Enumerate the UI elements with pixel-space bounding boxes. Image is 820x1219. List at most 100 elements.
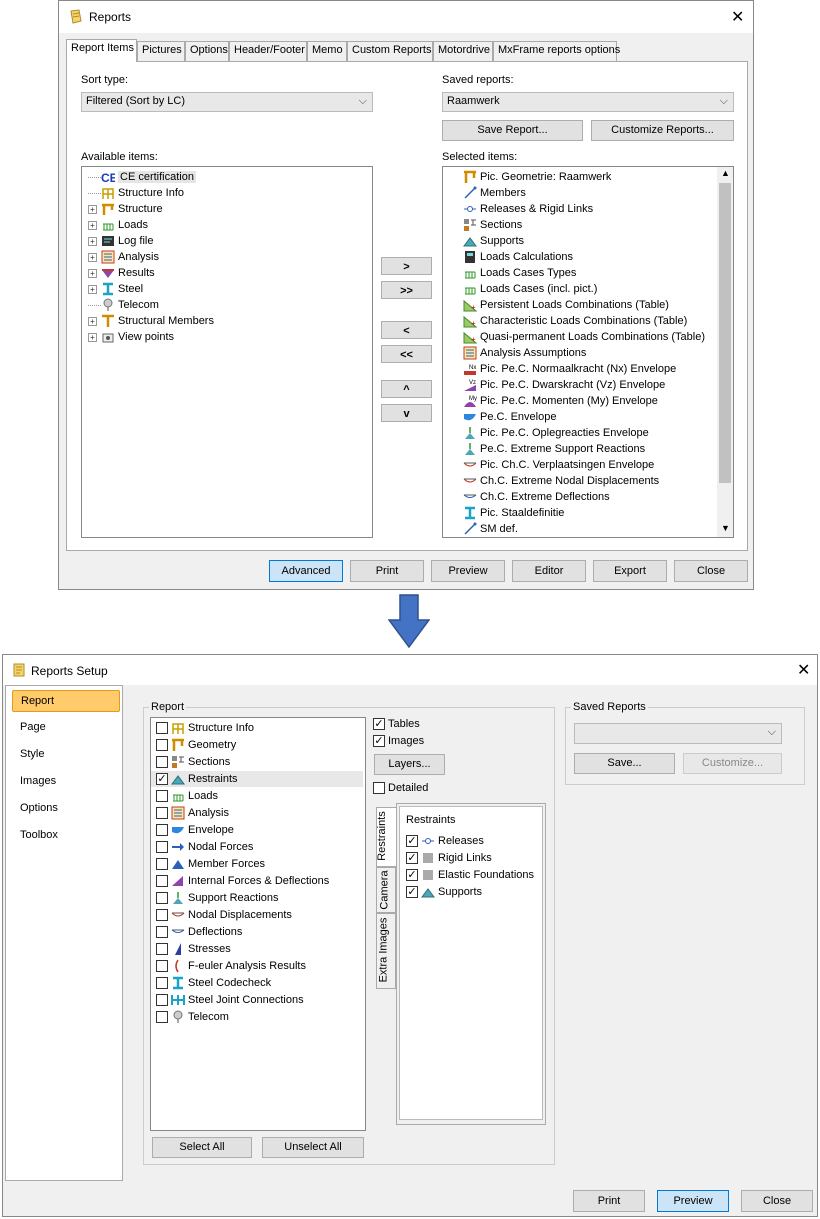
checkbox-icon[interactable]: ✓ xyxy=(373,735,385,748)
add-all-button[interactable]: >> xyxy=(381,281,432,299)
list-item[interactable]: + Quasi-permanent Loads Combinations (Tab… xyxy=(463,329,705,345)
close-button[interactable]: Close xyxy=(674,560,748,582)
tab-custom-reports[interactable]: Custom Reports xyxy=(347,41,433,61)
checkbox-icon[interactable] xyxy=(156,892,168,905)
save-button[interactable]: Save... xyxy=(574,753,675,774)
remove-button[interactable]: < xyxy=(381,321,432,339)
report-item[interactable]: Telecom xyxy=(151,1009,363,1025)
expand-plus-icon[interactable]: + xyxy=(88,332,97,342)
tree-item[interactable]: CECE certification xyxy=(88,169,196,185)
tab-header-footer[interactable]: Header/Footer xyxy=(229,41,307,61)
editor-button[interactable]: Editor xyxy=(512,560,586,582)
remove-all-button[interactable]: << xyxy=(381,345,432,363)
customize-reports-button[interactable]: Customize Reports... xyxy=(591,120,734,141)
report-item[interactable]: Nodal Displacements xyxy=(151,907,363,923)
report-item[interactable]: Steel Codecheck xyxy=(151,975,363,991)
print-button[interactable]: Print xyxy=(573,1190,645,1212)
list-item[interactable]: Ch.C. Extreme Nodal Displacements xyxy=(463,473,659,489)
print-button[interactable]: Print xyxy=(350,560,424,582)
close-button[interactable]: Close xyxy=(741,1190,813,1212)
tab-options[interactable]: Options xyxy=(185,41,229,61)
tree-item[interactable]: + View points xyxy=(88,329,174,345)
report-item[interactable]: Support Reactions xyxy=(151,890,363,906)
checkbox-icon[interactable]: ✓ xyxy=(406,852,418,865)
list-item[interactable]: Pic. Ch.C. Verplaatsingen Envelope xyxy=(463,457,654,473)
saved-reports-select[interactable]: Raamwerk ⌵ xyxy=(442,92,734,112)
layers-button[interactable]: Layers... xyxy=(374,754,445,775)
checkbox-icon[interactable]: ✓ xyxy=(406,869,418,882)
checkbox-icon[interactable] xyxy=(156,1011,168,1024)
tree-item[interactable]: + Results xyxy=(88,265,155,281)
report-item[interactable]: Envelope xyxy=(151,822,363,838)
expand-plus-icon[interactable]: + xyxy=(88,316,97,326)
tree-item[interactable]: + Structural Members xyxy=(88,313,214,329)
list-item[interactable]: Members xyxy=(463,185,526,201)
list-item[interactable]: Supports xyxy=(463,233,524,249)
saved-reports-select[interactable]: ⌵ xyxy=(574,723,782,744)
report-item[interactable]: Geometry xyxy=(151,737,363,753)
report-item[interactable]: Deflections xyxy=(151,924,363,940)
restraint-item[interactable]: ✓ Supports xyxy=(406,884,482,900)
checkbox-icon[interactable] xyxy=(156,960,168,973)
checkbox-icon[interactable] xyxy=(156,807,168,820)
tab-extra-images[interactable]: Extra Images xyxy=(376,913,396,989)
list-item[interactable]: + Persistent Loads Combinations (Table) xyxy=(463,297,669,313)
report-item[interactable]: ✓ Restraints xyxy=(151,771,363,787)
close-icon[interactable]: ✕ xyxy=(797,660,810,680)
scroll-thumb[interactable] xyxy=(719,183,731,483)
add-button[interactable]: > xyxy=(381,257,432,275)
report-item[interactable]: Stresses xyxy=(151,941,363,957)
expand-plus-icon[interactable]: + xyxy=(88,252,97,262)
list-item[interactable]: Analysis Assumptions xyxy=(463,345,586,361)
tab-report-items[interactable]: Report Items xyxy=(66,39,137,62)
restraint-item[interactable]: ✓ Rigid Links xyxy=(406,850,492,866)
preview-button[interactable]: Preview xyxy=(431,560,505,582)
tree-item[interactable]: + Analysis xyxy=(88,249,159,265)
checkbox-icon[interactable] xyxy=(156,841,168,854)
selected-items-list[interactable]: Pic. Geometrie: Raamwerk Members Releases … xyxy=(442,166,734,538)
list-item[interactable]: Loads Calculations xyxy=(463,249,573,265)
checkbox-icon[interactable] xyxy=(156,909,168,922)
tree-item[interactable]: + Steel xyxy=(88,281,143,297)
move-up-button[interactable]: ^ xyxy=(381,380,432,398)
checkbox-icon[interactable] xyxy=(156,824,168,837)
checkbox-icon[interactable] xyxy=(156,994,168,1007)
list-item[interactable]: Releases & Rigid Links xyxy=(463,201,593,217)
export-button[interactable]: Export xyxy=(593,560,667,582)
tree-item[interactable]: + Loads xyxy=(88,217,148,233)
expand-plus-icon[interactable]: + xyxy=(88,220,97,230)
checkbox-icon[interactable] xyxy=(156,943,168,956)
unselect-all-button[interactable]: Unselect All xyxy=(262,1137,364,1158)
list-item[interactable]: SM def. xyxy=(463,521,518,537)
tab-motordrive[interactable]: Motordrive xyxy=(433,41,493,61)
checkbox-icon[interactable] xyxy=(156,977,168,990)
list-item[interactable]: Pe.C. Extreme Support Reactions xyxy=(463,441,645,457)
tables-checkbox[interactable]: ✓ Tables xyxy=(373,718,420,731)
checkbox-icon[interactable] xyxy=(156,858,168,871)
list-item[interactable]: Pic. Geometrie: Raamwerk xyxy=(463,169,611,185)
scroll-down-icon[interactable]: ▼ xyxy=(721,523,730,533)
close-icon[interactable]: ✕ xyxy=(731,7,744,27)
report-item[interactable]: F-euler Analysis Results xyxy=(151,958,363,974)
detailed-checkbox[interactable]: Detailed xyxy=(373,782,428,795)
expand-plus-icon[interactable]: + xyxy=(88,268,97,278)
checkbox-icon[interactable]: ✓ xyxy=(406,835,418,848)
report-item[interactable]: Analysis xyxy=(151,805,363,821)
checkbox-icon[interactable] xyxy=(156,739,168,752)
tree-item[interactable]: Telecom xyxy=(88,297,159,313)
tree-item[interactable]: Structure Info xyxy=(88,185,184,201)
customize-button[interactable]: Customize... xyxy=(683,753,782,774)
vertical-scrollbar[interactable]: ▲ ▼ xyxy=(717,167,733,537)
list-item[interactable]: + Characteristic Loads Combinations (Tabl… xyxy=(463,313,687,329)
list-item[interactable]: Pic. Staaldefinitie xyxy=(463,505,564,521)
nav-item-images[interactable]: Images xyxy=(12,771,120,793)
checkbox-icon[interactable]: ✓ xyxy=(373,718,385,731)
report-item[interactable]: Nodal Forces xyxy=(151,839,363,855)
restraint-item[interactable]: ✓ Releases xyxy=(406,833,484,849)
tab-pictures[interactable]: Pictures xyxy=(137,41,185,61)
list-item[interactable]: Pic. Pe.C. Oplegreacties Envelope xyxy=(463,425,649,441)
preview-button[interactable]: Preview xyxy=(657,1190,729,1212)
report-item[interactable]: Member Forces xyxy=(151,856,363,872)
list-item[interactable]: Loads Cases (incl. pict.) xyxy=(463,281,597,297)
nav-item-style[interactable]: Style xyxy=(12,744,120,766)
